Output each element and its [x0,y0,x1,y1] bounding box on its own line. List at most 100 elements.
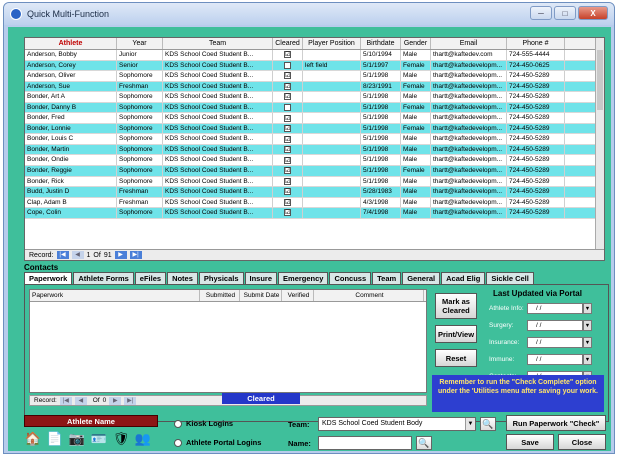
table-cell[interactable]: 5/1/1998 [361,166,401,176]
table-cell[interactable]: 724-450-5289 [507,71,565,81]
table-cell[interactable]: KDS School Coed Student B... [163,60,273,71]
table-cell[interactable]: 5/1/1998 [361,92,401,102]
pw-next-button[interactable]: ▶ [109,396,122,405]
last-updated-date-field[interactable]: / / [527,320,583,331]
cleared-checkbox-cell[interactable]: ☑ [273,144,303,155]
cleared-checkbox-cell[interactable]: ☑ [273,123,303,134]
table-row[interactable]: Bonder, Art A Sophomore KDS School Coed St… [25,92,604,103]
cleared-checkbox-cell[interactable]: ☑ [273,113,303,123]
last-updated-date-field[interactable]: / / [527,354,583,365]
table-cell[interactable]: thartt@kaftedevelopm... [431,123,507,134]
table-row[interactable]: Anderson, Bobby Junior KDS School Coed Stu… [25,50,604,61]
table-cell[interactable]: thartt@kaftedevelopm... [431,176,507,187]
table-cell[interactable]: Sophomore [117,208,163,218]
table-cell[interactable] [303,102,361,113]
table-cell[interactable]: Male [401,197,431,208]
table-cell[interactable] [303,113,361,123]
column-header[interactable]: Birthdate [361,38,401,49]
table-cell[interactable]: thartt@kaftedevelopm... [431,102,507,113]
cleared-checkbox[interactable]: ☑ [284,93,291,101]
name-search-icon[interactable]: 🔍 [416,436,432,450]
table-cell[interactable]: Sophomore [117,113,163,123]
table-cell[interactable]: thartt@kaftedevelopm... [431,60,507,71]
paperwork-column-header[interactable]: Submitted [200,290,240,301]
table-cell[interactable]: Senior [117,60,163,71]
cleared-checkbox[interactable]: ☑ [284,135,291,143]
table-cell[interactable]: thartt@kaftedevelopm... [431,92,507,102]
table-cell[interactable]: Male [401,71,431,81]
table-row[interactable]: Bonder, Lonnie Sophomore KDS School Coed S… [25,123,604,135]
column-header[interactable]: Cleared [273,38,303,49]
table-cell[interactable]: 724-450-5289 [507,81,565,92]
close-button[interactable]: Close [558,434,606,450]
tab-sickle-cell[interactable]: Sickle Cell [486,272,534,284]
table-cell[interactable]: thartt@kaftedevelopm... [431,71,507,81]
cleared-checkbox[interactable]: ☑ [284,125,291,133]
table-cell[interactable]: Male [401,113,431,123]
table-cell[interactable]: Female [401,60,431,71]
table-cell[interactable]: KDS School Coed Student B... [163,102,273,113]
column-header[interactable]: Team [163,38,273,49]
table-cell[interactable] [303,92,361,102]
table-cell[interactable]: KDS School Coed Student B... [163,92,273,102]
table-cell[interactable]: 724-450-5289 [507,102,565,113]
table-cell[interactable]: Junior [117,50,163,60]
reset-button[interactable]: Reset [435,349,477,367]
table-cell[interactable] [303,134,361,144]
table-cell[interactable]: KDS School Coed Student B... [163,197,273,208]
cleared-checkbox[interactable]: ☑ [284,51,291,59]
table-cell[interactable]: Bonder, Louis C [25,134,117,144]
table-cell[interactable]: 5/1/1998 [361,134,401,144]
table-cell[interactable] [303,50,361,60]
table-cell[interactable]: Sophomore [117,176,163,187]
cleared-checkbox-cell[interactable] [273,60,303,71]
last-updated-date-field[interactable]: / / [527,337,583,348]
table-row[interactable]: Bonder, Martin Sophomore KDS School Coed S… [25,144,604,156]
paperwork-column-header[interactable]: Paperwork [30,290,200,301]
run-paperwork-check-button[interactable]: Run Paperwork "Check" [506,415,606,431]
table-cell[interactable]: 724-450-5289 [507,113,565,123]
cleared-checkbox[interactable]: ☑ [284,188,291,196]
minimize-button[interactable]: ─ [530,6,552,20]
table-cell[interactable]: 724-555-4444 [507,50,565,60]
column-header[interactable]: Year [117,38,163,49]
table-cell[interactable]: 724-450-5289 [507,92,565,102]
table-cell[interactable] [303,208,361,218]
tab-athlete-forms[interactable]: Athlete Forms [73,272,134,284]
cleared-checkbox-cell[interactable]: ☑ [273,71,303,81]
paperwork-column-header[interactable]: Comment [314,290,424,301]
last-updated-date-field[interactable]: / / [527,303,583,314]
kiosk-logins-radio[interactable]: Kiosk Logins [174,419,233,428]
table-cell[interactable]: Anderson, Bobby [25,50,117,60]
table-cell[interactable]: Female [401,102,431,113]
table-cell[interactable]: 5/28/1983 [361,187,401,197]
table-cell[interactable]: Budd, Justin D [25,187,117,197]
table-cell[interactable]: Male [401,144,431,155]
table-cell[interactable]: Female [401,81,431,92]
table-cell[interactable]: 5/1/1997 [361,60,401,71]
table-cell[interactable]: 724-450-5289 [507,208,565,218]
cleared-checkbox-cell[interactable]: ☑ [273,197,303,208]
table-cell[interactable]: thartt@kaftedevelopm... [431,187,507,197]
table-row[interactable]: Anderson, Oliver Sophomore KDS School Coed… [25,71,604,82]
table-cell[interactable]: 5/1/1998 [361,176,401,187]
record-position[interactable]: 1 [87,252,91,259]
column-header[interactable]: Gender [401,38,431,49]
table-cell[interactable]: thartt@kaftedevelopm... [431,134,507,144]
table-cell[interactable]: Freshman [117,187,163,197]
table-cell[interactable]: Bonder, Art A [25,92,117,102]
table-row[interactable]: Clap, Adam B Freshman KDS School Coed Stud… [25,197,604,209]
home-icon[interactable]: 🏠 [24,430,42,448]
table-cell[interactable]: KDS School Coed Student B... [163,123,273,134]
table-cell[interactable]: 5/1/1998 [361,71,401,81]
cleared-checkbox[interactable] [284,104,291,111]
column-header[interactable]: Player Position [303,38,361,49]
mark-cleared-button[interactable]: Mark as Cleared [435,293,477,319]
table-cell[interactable]: KDS School Coed Student B... [163,155,273,166]
table-cell[interactable]: Bonder, Lonnie [25,123,117,134]
table-row[interactable]: Cope, Colin Sophomore KDS School Coed Stud… [25,208,604,219]
table-cell[interactable]: Freshman [117,81,163,92]
print-view-button[interactable]: Print/View [435,325,477,343]
table-cell[interactable]: 4/3/1998 [361,197,401,208]
tab-concuss[interactable]: Concuss [329,272,372,284]
